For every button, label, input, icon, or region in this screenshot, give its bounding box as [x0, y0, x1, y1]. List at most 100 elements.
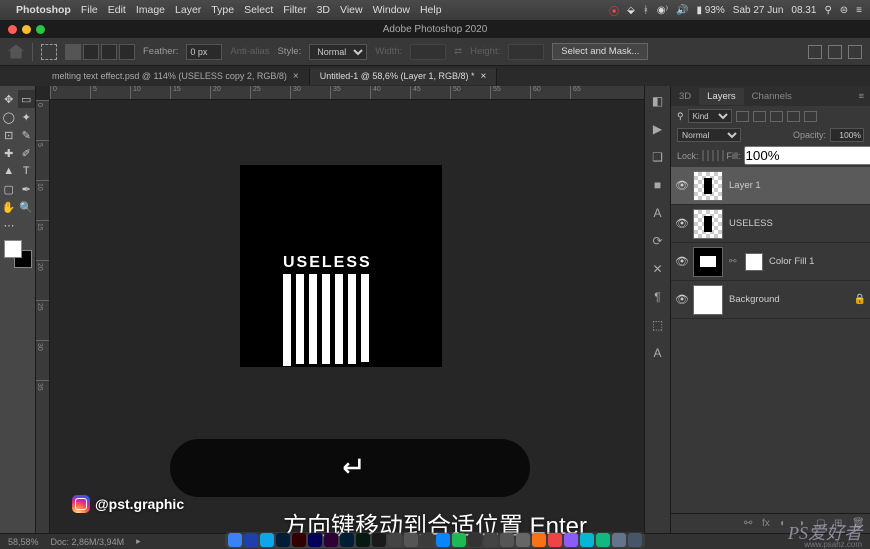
- crop-tool[interactable]: ⊡: [0, 126, 18, 144]
- dock-app-icon[interactable]: [532, 533, 546, 547]
- date-label[interactable]: Sab 27 Jun: [733, 5, 784, 16]
- dock-app-icon[interactable]: [308, 533, 322, 547]
- dock-app-icon[interactable]: [260, 533, 274, 547]
- tab-layers[interactable]: Layers: [699, 88, 744, 105]
- menu-edit[interactable]: Edit: [108, 4, 126, 16]
- dock-app-icon[interactable]: [436, 533, 450, 547]
- record-icon[interactable]: ⦿: [609, 3, 619, 18]
- layer-thumbnail[interactable]: [693, 171, 723, 201]
- dock-app-icon[interactable]: [596, 533, 610, 547]
- eyedropper-tool[interactable]: ✎: [18, 126, 36, 144]
- layer-row[interactable]: 👁 USELESS: [671, 205, 870, 243]
- lock-artboard-icon[interactable]: [717, 150, 719, 161]
- layer-name[interactable]: Color Fill 1: [769, 256, 814, 267]
- visibility-toggle[interactable]: 👁: [675, 293, 687, 306]
- menu-3d[interactable]: 3D: [317, 4, 330, 16]
- dock-app-icon[interactable]: [228, 533, 242, 547]
- selection-add-button[interactable]: [83, 44, 99, 60]
- search-ps-icon[interactable]: [808, 45, 822, 59]
- panel-shortcut-icon[interactable]: ¶: [654, 290, 660, 304]
- menu-window[interactable]: Window: [373, 4, 410, 16]
- close-window-button[interactable]: [8, 25, 17, 34]
- volume-icon[interactable]: 🔊: [676, 5, 688, 16]
- layer-row[interactable]: 👁⚯Color Fill 1: [671, 243, 870, 281]
- doc-size[interactable]: Doc: 2,86M/3,94M: [51, 537, 125, 547]
- minimize-window-button[interactable]: [22, 25, 31, 34]
- select-and-mask-button[interactable]: Select and Mask...: [552, 43, 648, 60]
- panel-menu-icon[interactable]: ≡: [850, 88, 870, 105]
- color-swatches[interactable]: [4, 240, 32, 268]
- layer-name[interactable]: Layer 1: [729, 180, 761, 191]
- layer-name[interactable]: Background: [729, 294, 780, 305]
- menu-select[interactable]: Select: [244, 4, 273, 16]
- menu-help[interactable]: Help: [420, 4, 442, 16]
- feather-input[interactable]: [186, 44, 222, 60]
- brush-tool[interactable]: ✐: [18, 144, 36, 162]
- pen-tool[interactable]: ✒: [18, 180, 36, 198]
- dock-app-icon[interactable]: [244, 533, 258, 547]
- style-select[interactable]: Normal: [309, 44, 367, 60]
- stamp-tool[interactable]: ▲: [0, 162, 18, 180]
- tab-channels[interactable]: Channels: [744, 88, 800, 105]
- dock-app-icon[interactable]: [484, 533, 498, 547]
- vertical-ruler[interactable]: 05101520253035: [36, 100, 50, 533]
- menu-filter[interactable]: Filter: [283, 4, 306, 16]
- menu-view[interactable]: View: [340, 4, 363, 16]
- type-tool[interactable]: T: [18, 162, 36, 180]
- lock-position-icon[interactable]: [712, 150, 714, 161]
- document-canvas[interactable]: USELESS: [241, 166, 441, 366]
- wand-tool[interactable]: ✦: [18, 108, 36, 126]
- panel-shortcut-icon[interactable]: ❏: [652, 150, 663, 164]
- layer-mask-thumbnail[interactable]: [745, 253, 763, 271]
- panel-shortcut-icon[interactable]: ◧: [652, 94, 663, 108]
- blend-mode-select[interactable]: Normal: [677, 128, 741, 142]
- status-arrow-icon[interactable]: ▸: [136, 536, 141, 547]
- panel-shortcut-icon[interactable]: A: [653, 346, 661, 360]
- filter-shape-icon[interactable]: [787, 111, 800, 122]
- notifications-icon[interactable]: ≡: [856, 5, 862, 16]
- dock-app-icon[interactable]: [324, 533, 338, 547]
- dock-app-icon[interactable]: [340, 533, 354, 547]
- foreground-color[interactable]: [4, 240, 22, 258]
- lock-pixels-icon[interactable]: [707, 150, 709, 161]
- panel-shortcut-icon[interactable]: ▶: [653, 122, 662, 136]
- dock-app-icon[interactable]: [356, 533, 370, 547]
- visibility-toggle[interactable]: 👁: [675, 179, 687, 192]
- document-tab-1[interactable]: melting text effect.psd @ 114% (USELESS …: [42, 68, 310, 85]
- dock-app-icon[interactable]: [388, 533, 402, 547]
- lasso-tool[interactable]: ◯: [0, 108, 18, 126]
- dock-app-icon[interactable]: [564, 533, 578, 547]
- close-tab-icon[interactable]: ×: [480, 71, 486, 82]
- layer-row[interactable]: 👁Background🔒: [671, 281, 870, 319]
- search-icon[interactable]: ⚲: [824, 5, 831, 16]
- battery-icon[interactable]: ▮ 93%: [697, 5, 725, 16]
- marquee-tool-icon[interactable]: [41, 44, 57, 60]
- hand-tool[interactable]: ✋: [0, 198, 18, 216]
- dock-app-icon[interactable]: [420, 533, 434, 547]
- marquee-tool[interactable]: ▭: [18, 90, 36, 108]
- fill-input[interactable]: [744, 146, 870, 165]
- move-tool[interactable]: ✥: [0, 90, 18, 108]
- workspace-icon[interactable]: [828, 45, 842, 59]
- zoom-tool[interactable]: 🔍: [18, 198, 36, 216]
- dock-app-icon[interactable]: [372, 533, 386, 547]
- dock-app-icon[interactable]: [628, 533, 642, 547]
- edit-toolbar[interactable]: ⋯: [0, 216, 18, 234]
- layer-thumbnail[interactable]: [693, 247, 723, 277]
- document-tab-2[interactable]: Untitled-1 @ 58,6% (Layer 1, RGB/8) * ×: [310, 68, 498, 85]
- layer-thumbnail[interactable]: [693, 285, 723, 315]
- tab-3d[interactable]: 3D: [671, 88, 699, 105]
- wifi-icon[interactable]: ◉⁾: [657, 5, 668, 16]
- panel-shortcut-icon[interactable]: ✕: [652, 262, 662, 276]
- heal-tool[interactable]: ✚: [0, 144, 18, 162]
- menu-type[interactable]: Type: [211, 4, 234, 16]
- layer-thumbnail[interactable]: [693, 209, 723, 239]
- visibility-toggle[interactable]: 👁: [675, 217, 687, 230]
- panel-shortcut-icon[interactable]: A: [653, 206, 661, 220]
- menu-image[interactable]: Image: [136, 4, 165, 16]
- lock-all-icon[interactable]: [722, 150, 724, 161]
- layer-name[interactable]: USELESS: [729, 218, 773, 229]
- close-tab-icon[interactable]: ×: [293, 71, 299, 82]
- shape-tool[interactable]: ▢: [0, 180, 18, 198]
- control-center-icon[interactable]: ⊜: [840, 5, 848, 16]
